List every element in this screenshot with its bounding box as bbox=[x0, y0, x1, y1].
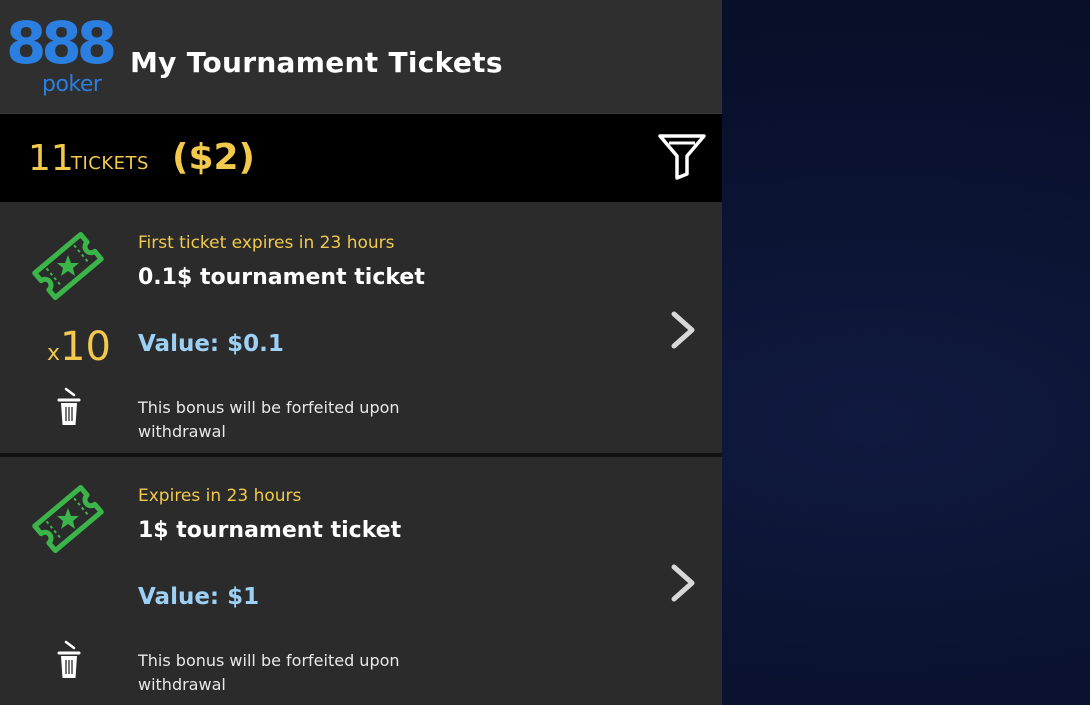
trash-icon[interactable] bbox=[56, 387, 82, 427]
page-title: My Tournament Tickets bbox=[130, 46, 503, 79]
888poker-logo: 888 poker bbox=[6, 9, 117, 100]
ticket-value: Value: $1 bbox=[138, 584, 260, 610]
multiplier-value: 10 bbox=[60, 324, 111, 370]
logo-word: poker bbox=[42, 72, 102, 97]
filter-button[interactable] bbox=[656, 130, 708, 182]
ticket-expiry: First ticket expires in 23 hours bbox=[138, 233, 395, 253]
logo-digits: 888 bbox=[6, 9, 117, 77]
tournament-tickets-panel: 888 poker My Tournament Tickets 11 TICKE… bbox=[0, 0, 722, 705]
multiplier-prefix: x bbox=[47, 341, 61, 366]
ticket-value: Value: $0.1 bbox=[138, 331, 284, 357]
ticket-star-icon bbox=[32, 231, 104, 301]
ticket-count: 11 bbox=[28, 138, 74, 179]
forfeit-notice: This bonus will be forfeited upon withdr… bbox=[138, 398, 400, 441]
ticket-name: 1$ tournament ticket bbox=[138, 518, 402, 543]
ticket-star-icon bbox=[32, 484, 104, 554]
tickets-total-value: ($2) bbox=[172, 137, 256, 178]
ticket-card[interactable]: Expires in 23 hours 1$ tournament ticket… bbox=[0, 457, 722, 705]
ticket-name: 0.1$ tournament ticket bbox=[138, 265, 425, 290]
ticket-count-label: TICKETS bbox=[71, 153, 149, 174]
ticket-multiplier: x10 bbox=[47, 325, 111, 377]
filter-icon bbox=[658, 134, 706, 180]
chevron-right-icon[interactable] bbox=[668, 310, 698, 350]
forfeit-notice: This bonus will be forfeited upon withdr… bbox=[138, 651, 400, 694]
trash-icon[interactable] bbox=[56, 640, 82, 680]
chevron-right-icon[interactable] bbox=[668, 563, 698, 603]
ticket-expiry: Expires in 23 hours bbox=[138, 486, 302, 506]
ticket-card[interactable]: x10 First ticket expires in 23 hours 0.1… bbox=[0, 204, 722, 453]
app-header: 888 poker My Tournament Tickets bbox=[0, 0, 722, 114]
